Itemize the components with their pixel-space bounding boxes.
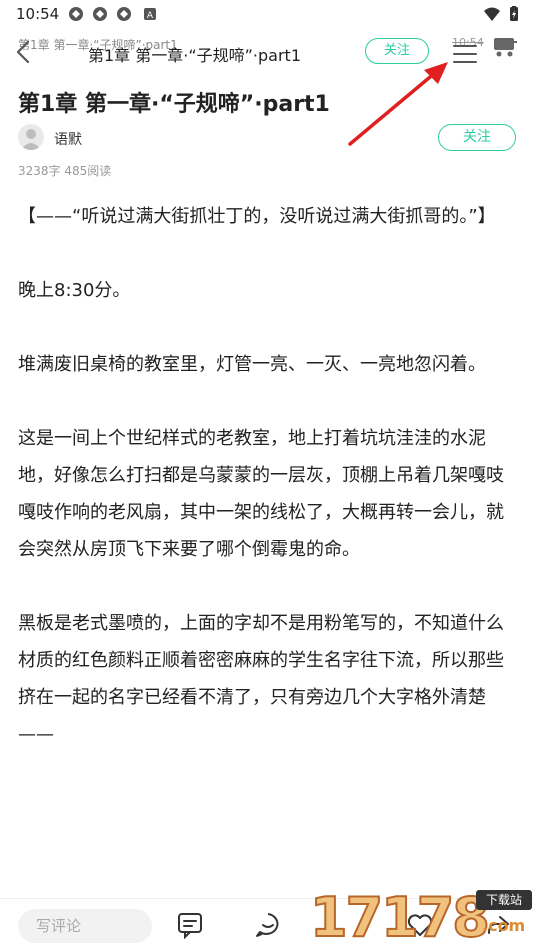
article-body: 【——“听说过满大街抓壮丁的，没听说过满大街抓哥的。”】 晚上8:30分。 堆满… (18, 198, 518, 790)
back-icon[interactable] (10, 38, 38, 66)
watermark-digits: 17178 (309, 886, 491, 949)
paragraph: 晚上8:30分。 (18, 280, 131, 301)
svg-text:A: A (147, 11, 154, 21)
paragraph: 【——“听说过满大街抓壮丁的，没听说过满大街抓哥的。”】 (18, 206, 496, 227)
status-time: 10:54 (16, 5, 60, 23)
watermark-domain: .com (482, 916, 526, 935)
wifi-icon (484, 6, 500, 22)
notification-icon (68, 6, 84, 22)
user-avatar-icon[interactable] (18, 124, 44, 150)
author-follow-button[interactable]: 关注 (438, 124, 516, 151)
paragraph: 黑板是老式墨喷的，上面的字却不是用粉笔写的，不知道什么材质的红色颜料正顺着密密麻… (18, 613, 504, 745)
nav-title: 第1章 第一章·“子规啼”·part1 (88, 46, 302, 65)
paragraph: 堆满废旧桌椅的教室里，灯管一亮、一灭、一亮地忽闪着。 (18, 354, 486, 375)
paragraph: 这是一间上个世纪样式的老教室，地上打着坑坑洼洼的水泥地，好像怎么打扫都是乌蒙蒙的… (18, 428, 504, 560)
status-bar: 10:54 A (0, 0, 534, 28)
nav-follow-button[interactable]: 关注 (365, 38, 429, 64)
watermark-logo: 17178 下载站 .com (309, 886, 534, 950)
notification-icon (116, 6, 132, 22)
article-stats: 3238字 485阅读 (18, 164, 112, 178)
cart-icon[interactable] (492, 36, 518, 58)
top-nav: 第1章 第一章·“子规啼”·part1 第1章 第一章·“子规啼”·part1 … (0, 28, 534, 76)
author-name[interactable]: 语默 (54, 129, 82, 149)
app-notification-icon: A (142, 6, 158, 22)
article-title: 第1章 第一章·“子规啼”·part1 (18, 92, 330, 117)
comment-list-icon[interactable] (176, 911, 204, 940)
battery-icon (506, 6, 522, 22)
chat-bubble-icon[interactable] (254, 911, 282, 939)
menu-icon[interactable] (452, 42, 478, 66)
comment-input[interactable] (18, 909, 152, 943)
watermark-badge: 下载站 (476, 890, 532, 910)
notification-icon (92, 6, 108, 22)
